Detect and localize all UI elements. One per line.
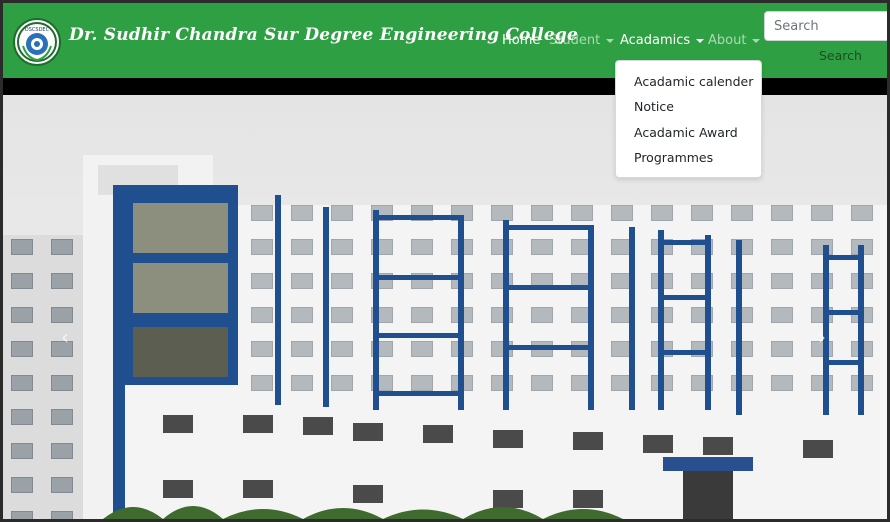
nav-acadamics[interactable]: Acadamics [620, 33, 705, 48]
nav-about-label: About [708, 33, 747, 48]
nav-student-label: Student [549, 33, 601, 48]
chevron-right-icon[interactable]: › [818, 325, 826, 349]
dropdown-item-acadamic-award[interactable]: Acadamic Award [634, 125, 738, 140]
dropdown-item-notice[interactable]: Notice [634, 99, 674, 114]
caret-down-icon [752, 38, 761, 43]
college-logo[interactable]: DSCSDEC [13, 18, 61, 66]
dropdown-item-acadamic-calender[interactable]: Acadamic calender [634, 74, 753, 89]
college-seal-icon: DSCSDEC [17, 22, 57, 62]
nav-home-label: Home [502, 33, 541, 48]
logo-text: DSCSDEC [25, 27, 50, 33]
caret-down-icon [606, 38, 615, 43]
nav-home[interactable]: Home [502, 33, 540, 48]
browser-viewport: DSCSDEC Dr. Sudhir Chandra Sur Degree En… [3, 3, 887, 519]
search-button[interactable]: Search [819, 48, 862, 63]
nav-about[interactable]: About [708, 33, 761, 48]
chevron-left-icon[interactable]: ‹ [61, 325, 69, 349]
acadamics-dropdown-menu: Acadamic calender Notice Acadamic Award … [615, 60, 762, 178]
nav-student[interactable]: Student [549, 33, 615, 48]
nav-acadamics-label: Acadamics [620, 33, 691, 48]
caret-down-icon [696, 38, 705, 43]
dropdown-item-programmes[interactable]: Programmes [634, 150, 713, 165]
search-input[interactable] [764, 11, 887, 41]
